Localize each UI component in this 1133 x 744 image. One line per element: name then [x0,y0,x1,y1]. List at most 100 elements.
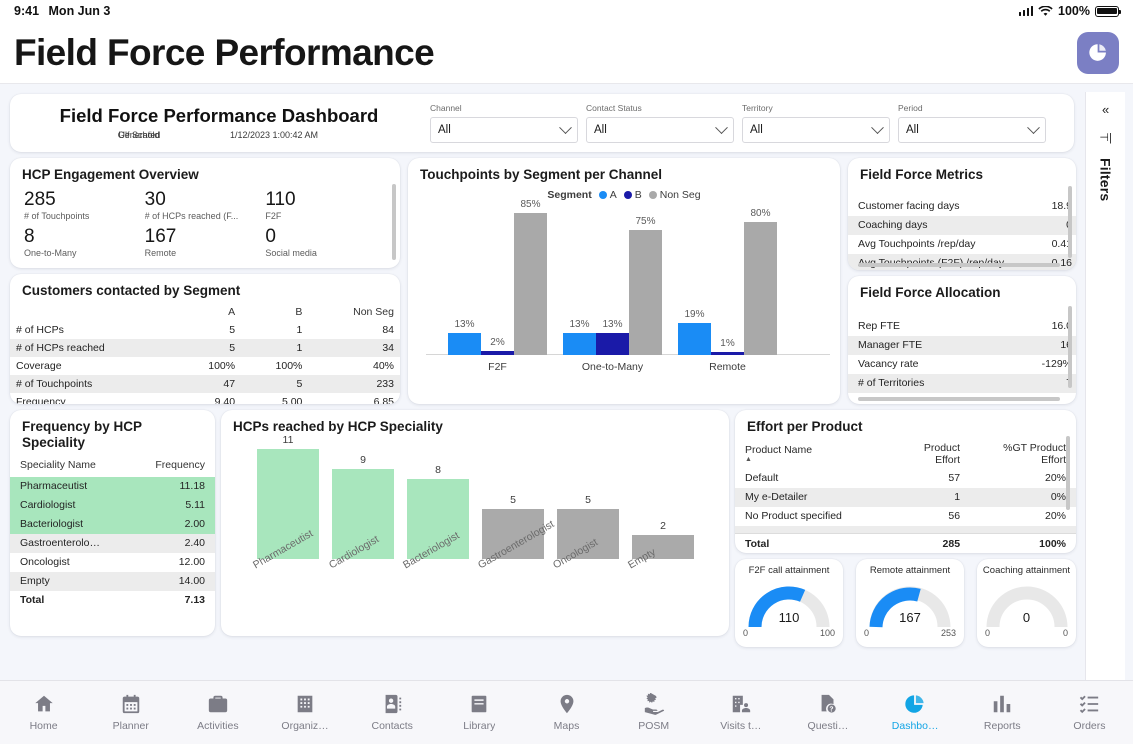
x-tick-f2f: F2F [488,360,507,373]
bar-otm-b[interactable]: 13% [596,319,629,355]
table-row: Bacteriologist 2.00 [10,514,215,534]
panel-icon[interactable]: ⊣| [1099,131,1111,144]
bar-f2f-b[interactable]: 2% [481,337,514,355]
gauge-title: Coaching attainment [982,565,1071,576]
col-frequency[interactable]: Frequency [131,455,215,477]
table-row: # of HCPs 5 1 84 [16,323,394,336]
field-force-metrics-table: Customer facing days 18.9 Coaching days … [848,197,1076,270]
legend-item-b[interactable]: B [623,189,642,201]
bar-remote-b[interactable]: 1% [711,338,744,355]
table-row: Frequency 9.40 5.00 6.85 [16,395,394,404]
bar-remote-a[interactable]: 19% [678,309,711,355]
filter-channel-select[interactable]: All [430,117,578,143]
kpi-label: F2F [265,210,282,221]
filter-period-select[interactable]: All [898,117,1046,143]
table-row: No Product specified 56 20% [745,510,1066,523]
col-speciality[interactable]: Speciality Name [10,455,131,477]
tab-contacts[interactable]: Contacts [349,693,436,732]
tab-visits-to[interactable]: Visits t… [697,693,784,732]
tab-label: Library [463,720,496,732]
tab-reports[interactable]: Reports [959,693,1046,732]
chevron-down-icon [559,120,572,134]
dashboard-timestamp: 1/12/2023 1:00:42 AM [229,130,319,140]
tab-label: Orders [1073,720,1106,732]
x-tick-one-to-many: One-to-Many [581,360,644,373]
frequency-by-speciality-card: Frequency by HCP Speciality Speciality N… [10,410,215,636]
briefcase-icon [208,695,228,713]
gauge-max: 0 [1062,627,1068,638]
calendar-icon [122,694,139,714]
col-product-name[interactable]: Product Name ▲ [735,439,888,469]
bar-value-label: 75% [635,215,656,227]
gauge-title: F2F call attainment [748,565,830,576]
tab-activities[interactable]: Activities [174,693,261,732]
bar-remote-non-seg[interactable]: 80% [744,208,777,355]
filter-contact-status-select[interactable]: All [586,117,734,143]
subtitle-overlap: Generated Ulf Schöld [84,130,194,141]
bar-otm-a[interactable]: 13% [563,319,596,355]
horizontal-scrollbar[interactable] [858,263,1060,267]
contact-card-icon [385,694,402,714]
filters-rail-label[interactable]: Filters [1098,158,1114,201]
tab-dashboards[interactable]: Dashbo… [872,693,959,732]
col-product-effort[interactable]: Product Effort [888,439,970,469]
filter-channel-label: Channel [430,103,462,113]
table-total-row: Total 7.13 [20,594,205,607]
table-row: Empty 14.00 [10,571,215,591]
dashboard-title: Field Force Performance Dashboard [59,105,379,126]
touchpoints-chart-title: Touchpoints by Segment per Channel [420,167,663,182]
tab-planner[interactable]: Planner [87,693,174,732]
kpi-value: 285 [24,188,56,210]
legend-title: Segment [547,188,592,201]
bar-value-label: 5 [510,493,516,506]
vertical-scrollbar[interactable] [1066,436,1070,510]
legend-item-a[interactable]: A [598,188,617,201]
col-pct-gt-product-effort[interactable]: %GT Product Effort [970,439,1076,469]
horizontal-scrollbar[interactable] [858,397,1060,401]
tab-orders[interactable]: Orders [1046,693,1133,732]
legend-item-non-seg[interactable]: Non Seg [648,189,701,201]
legend-label: A [609,188,617,201]
filter-territory-select[interactable]: All [742,117,890,143]
subtitle-user: Ulf Schöld [118,130,160,140]
filter-period-label: Period [898,103,923,113]
tab-label: Planner [112,720,149,732]
kpi-social-media: 0 Social media [265,226,386,258]
kpi-value: 0 [265,225,276,247]
kpi-label: Remote [144,247,177,258]
gauge-title: Remote attainment [869,565,951,576]
tab-label: Visits t… [720,720,762,732]
tab-label: POSM [638,720,670,732]
tab-questionnaires[interactable]: Questi… [784,693,871,732]
doc-question-icon [821,694,836,713]
table-row: Coaching days 0 [848,215,1076,235]
legend-swatch [598,190,607,199]
gauge-min: 0 [985,627,991,638]
kpi-f2f: 110 F2F [265,189,386,221]
table-row: Default 57 20% [745,472,1066,485]
chevron-double-left-icon[interactable]: « [1102,102,1109,117]
touchpoints-plot: 13% 2% 85% F2F 13% 13% 75% One-to-Many 1… [408,199,840,377]
legend-swatch [648,190,657,199]
dashboard-header-card: Field Force Performance Dashboard Genera… [10,94,1074,152]
tab-library[interactable]: Library [436,693,523,732]
bar-f2f-non-seg[interactable]: 85% [514,199,547,355]
dashboard-app-button[interactable] [1077,31,1119,74]
gauge-value: 0 [1022,609,1031,625]
tab-maps[interactable]: Maps [523,693,610,732]
vertical-scrollbar[interactable] [1068,186,1072,258]
vertical-scrollbar[interactable] [1068,306,1072,388]
bar-otm-non-seg[interactable]: 75% [629,216,662,355]
tab-posm[interactable]: POSM [610,693,697,732]
bar-group-one-to-many: 13% 13% 75% [563,216,662,355]
kpi-label: # of Touchpoints [24,210,90,221]
bar-f2f-a[interactable]: 13% [448,319,481,355]
home-icon [34,695,53,712]
filter-territory-label: Territory [742,103,773,113]
vertical-scrollbar[interactable] [392,184,396,260]
tab-label: Reports [983,720,1021,732]
status-bar: 9:41 Mon Jun 3 100% [0,0,1133,22]
bottom-tab-bar: Home Planner Activities Organiz… Contact… [0,680,1133,744]
tab-organizations[interactable]: Organiz… [261,693,348,732]
tab-home[interactable]: Home [0,693,87,732]
